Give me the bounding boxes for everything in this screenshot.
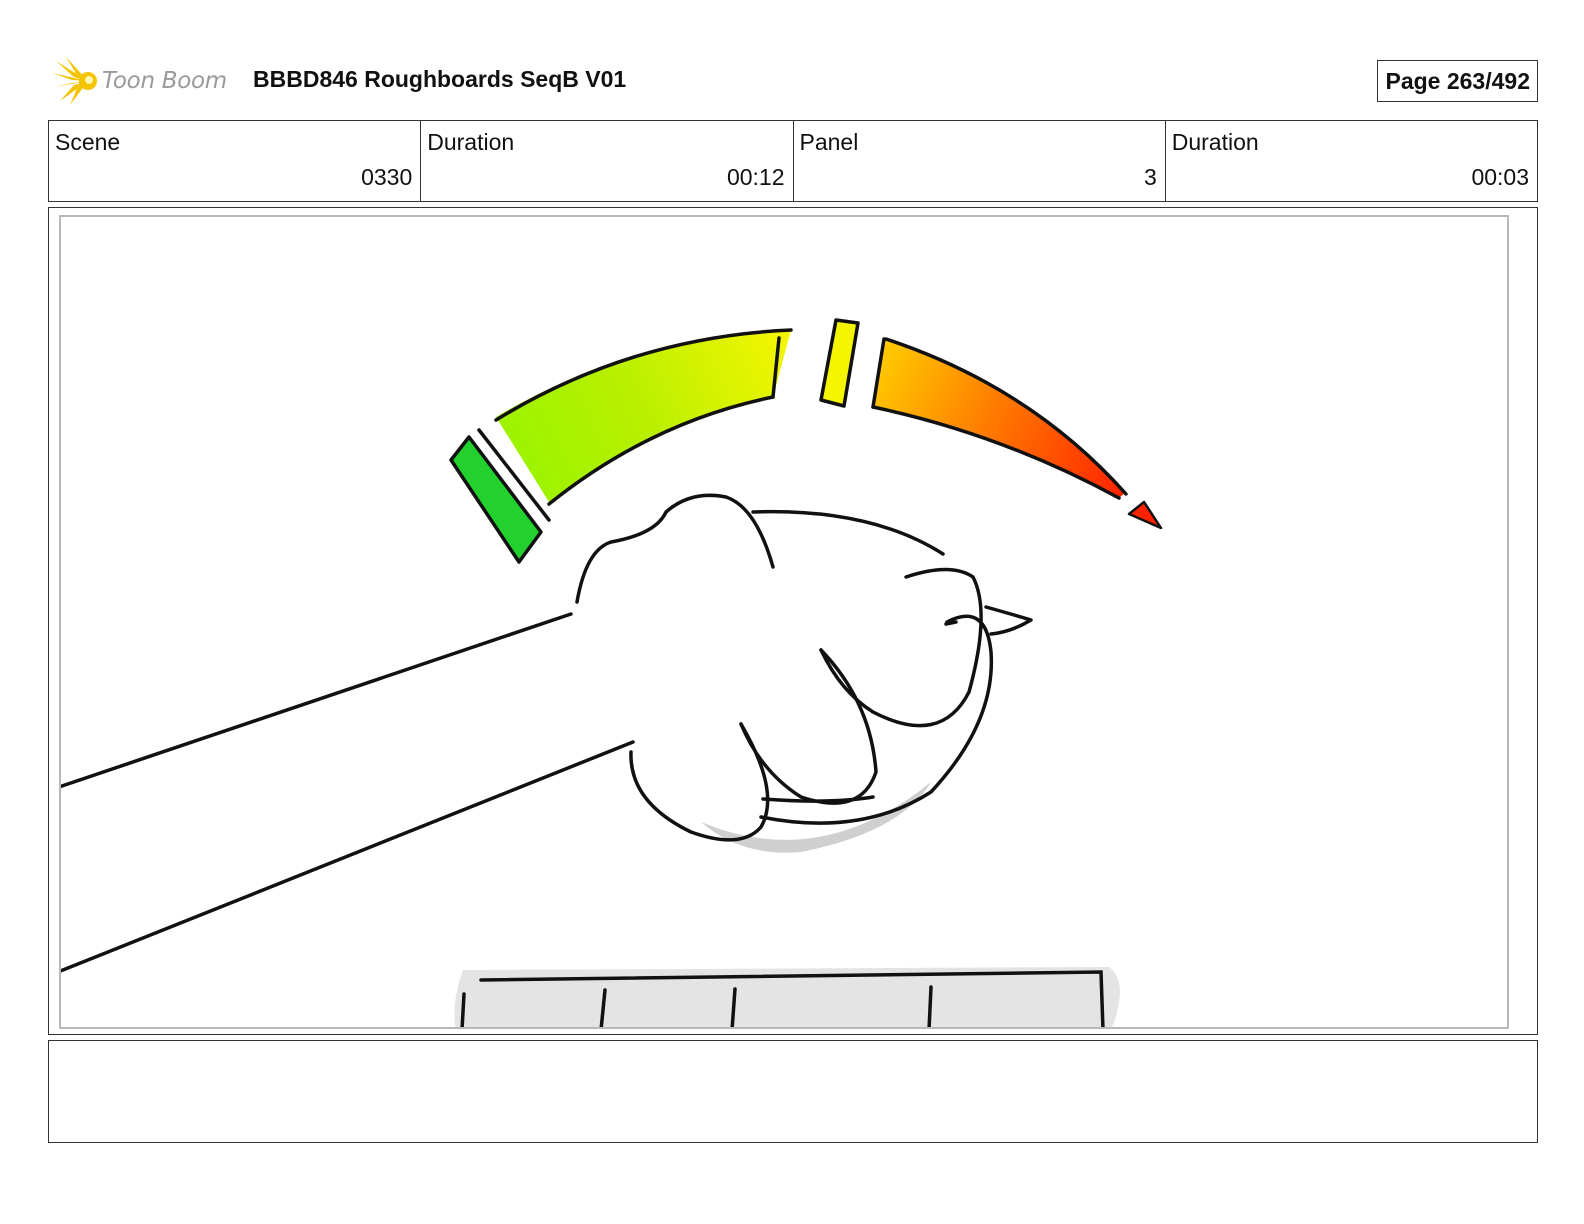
- arm-sketch: [61, 612, 573, 789]
- scene-label: Scene: [55, 129, 121, 155]
- page-number: Page 263/492: [1385, 67, 1530, 94]
- page-number-box: Page 263/492: [1377, 60, 1538, 102]
- scene-duration-value: 00:12: [726, 164, 785, 190]
- meter-red-segment: [873, 339, 1126, 498]
- panel-drawing-area: [59, 215, 1509, 1029]
- storyboard-panel: [48, 207, 1538, 1035]
- logo-text: Toon Boom: [102, 68, 227, 94]
- panel-value: 3: [1143, 164, 1157, 190]
- panel-label: Panel: [799, 129, 859, 155]
- toon-boom-logo: Toon Boom: [52, 56, 242, 106]
- document-title: BBBD846 Roughboards SeqB V01: [253, 66, 627, 92]
- fist-sketch: [575, 493, 1033, 842]
- panel-notes-box: [48, 1040, 1538, 1143]
- scene-cell: Scene 0330: [49, 121, 422, 201]
- scene-value: 0330: [361, 164, 413, 190]
- panel-duration-label: Duration: [1171, 129, 1259, 155]
- scene-duration-label: Duration: [427, 129, 515, 155]
- starburst-icon: [52, 57, 97, 105]
- panel-sketch: [61, 318, 1163, 1027]
- page-header: Toon Boom BBBD846 Roughboards SeqB V01 P…: [48, 52, 1538, 112]
- panel-duration-value: 00:03: [1471, 164, 1529, 190]
- scene-info-row: Scene 0330 Duration 00:12 Panel 3 Durati…: [48, 120, 1538, 202]
- panel-duration-cell: Duration 00:03: [1166, 121, 1537, 201]
- scene-duration-cell: Duration 00:12: [421, 121, 794, 201]
- meter-yellow-marker: [819, 318, 860, 408]
- meter-tip: [1127, 500, 1163, 530]
- fist-shadow: [701, 782, 931, 853]
- panel-cell: Panel 3: [794, 121, 1166, 201]
